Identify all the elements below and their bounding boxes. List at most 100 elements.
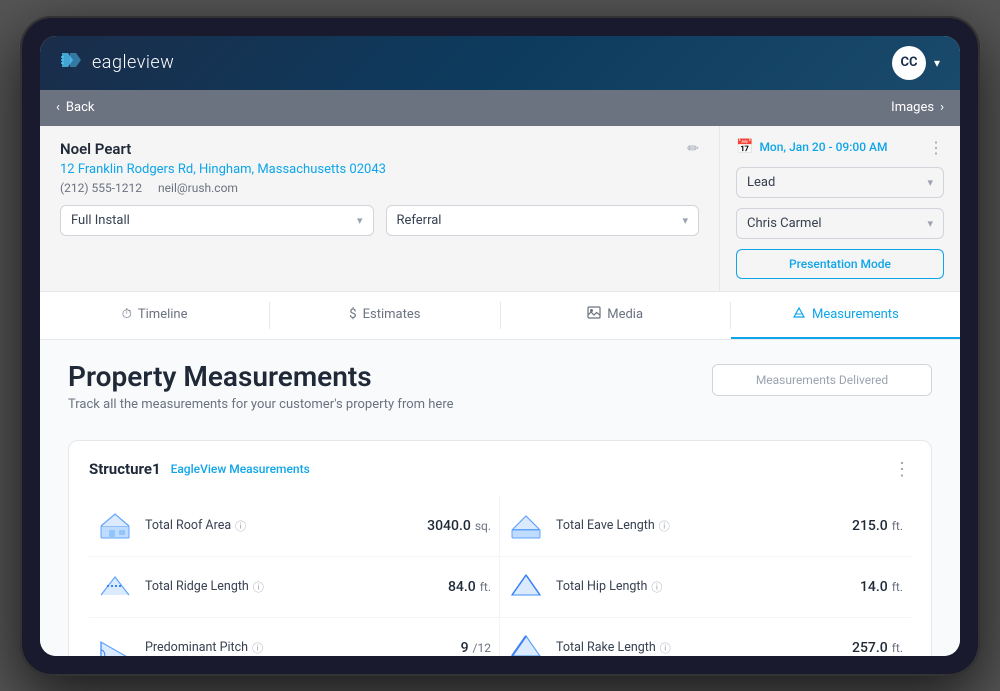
delivered-area: Measurements Delivered: [712, 360, 932, 432]
rake-length-info: Total Rake Length ⓘ: [556, 640, 840, 656]
tab-media-label: Media: [607, 307, 643, 322]
job-type-arrow-icon: ▾: [357, 214, 363, 227]
roof-area-info: Total Roof Area ⓘ: [145, 518, 415, 534]
tab-measurements[interactable]: Measurements: [731, 292, 960, 339]
roof-area-help-icon[interactable]: ⓘ: [235, 518, 246, 534]
eave-length-label: Total Eave Length: [556, 518, 655, 533]
rake-length-unit: ft.: [892, 641, 903, 655]
tab-measurements-label: Measurements: [812, 307, 899, 322]
eave-length-info: Total Eave Length ⓘ: [556, 518, 840, 534]
roof-area-value-row: 3040.0 sq.: [427, 518, 491, 534]
appointment-more-icon[interactable]: ⋮: [928, 138, 944, 157]
media-icon: [587, 306, 601, 323]
estimates-icon: $: [349, 307, 356, 322]
roof-area-label: Total Roof Area: [145, 518, 231, 533]
lead-type-arrow-icon: ▾: [927, 176, 933, 189]
calendar-icon: 📅: [736, 139, 753, 155]
ridge-length-value-row: 84.0 ft.: [448, 579, 491, 595]
pitch-label: Predominant Pitch: [145, 640, 248, 655]
rake-length-label: Total Rake Length: [556, 640, 656, 655]
eave-length-icon: [508, 508, 544, 544]
ridge-length-info: Total Ridge Length ⓘ: [145, 579, 436, 595]
page-subtitle: Track all the measurements for your cust…: [68, 397, 692, 412]
hip-length-value: 14.0: [860, 579, 888, 595]
structure-card: Structure1 EagleView Measurements ⋮: [68, 440, 932, 656]
avatar-button[interactable]: CC: [892, 46, 926, 80]
ridge-length-value: 84.0: [448, 579, 476, 595]
predominant-pitch-icon: [97, 630, 133, 656]
images-arrow-icon: ›: [940, 100, 944, 115]
logo-icon: [60, 49, 86, 77]
roof-area-value: 3040.0: [427, 518, 471, 534]
tablet-screen: eagleview CC ▾ ‹ Back Images › Noel Pear…: [40, 36, 960, 656]
structure-name: Structure1: [89, 460, 161, 478]
eave-length-value-row: 215.0 ft.: [852, 518, 903, 534]
tab-estimates[interactable]: $ Estimates: [270, 292, 499, 339]
timeline-icon: ⏱: [122, 307, 132, 322]
images-button[interactable]: Images ›: [891, 100, 944, 115]
eave-length-value: 215.0: [852, 518, 888, 534]
measurements-grid: Total Roof Area ⓘ 3040.0 sq.: [89, 496, 911, 656]
pitch-value: 9: [461, 640, 469, 656]
rake-length-help-icon[interactable]: ⓘ: [660, 640, 671, 656]
customer-email: neil@rush.com: [158, 181, 238, 195]
hip-length-icon: [508, 569, 544, 605]
hip-length-label: Total Hip Length: [556, 579, 647, 594]
edit-icon[interactable]: ✏: [687, 141, 699, 157]
tab-timeline[interactable]: ⏱ Timeline: [40, 292, 269, 339]
structure-header: Structure1 EagleView Measurements ⋮: [89, 459, 911, 480]
pitch-info: Predominant Pitch ⓘ: [145, 640, 449, 656]
referral-dropdown[interactable]: Referral ▾: [386, 205, 700, 236]
rake-length-value: 257.0: [852, 640, 888, 656]
avatar-chevron-icon[interactable]: ▾: [934, 56, 940, 70]
assignee-select[interactable]: Chris Carmel ▾: [736, 208, 944, 239]
lead-type-select[interactable]: Lead ▾: [736, 167, 944, 198]
app-header: eagleview CC ▾: [40, 36, 960, 90]
rake-length-value-row: 257.0 ft.: [852, 640, 903, 656]
page-title: Property Measurements: [68, 360, 692, 393]
measurements-header-row: Property Measurements Track all the meas…: [40, 340, 960, 440]
hip-length-value-row: 14.0 ft.: [860, 579, 903, 595]
measurement-total-hip-length: Total Hip Length ⓘ 14.0 ft.: [500, 557, 911, 618]
measurements-content: Property Measurements Track all the meas…: [40, 340, 960, 656]
roof-area-unit: sq.: [475, 519, 491, 533]
ridge-length-unit: ft.: [480, 580, 491, 594]
logo: eagleview: [60, 49, 174, 77]
back-button[interactable]: ‹ Back: [56, 100, 94, 115]
job-type-value: Full Install: [71, 213, 130, 228]
nav-bar: ‹ Back Images ›: [40, 90, 960, 126]
eave-length-help-icon[interactable]: ⓘ: [659, 518, 670, 534]
eave-length-unit: ft.: [892, 519, 903, 533]
pitch-unit: /12: [473, 641, 491, 655]
roof-area-icon: [97, 508, 133, 544]
ridge-length-icon: [97, 569, 133, 605]
structure-more-icon[interactable]: ⋮: [893, 459, 911, 480]
measurement-predominant-pitch: Predominant Pitch ⓘ 9 /12: [89, 618, 500, 656]
presentation-mode-button[interactable]: Presentation Mode: [736, 249, 944, 279]
header-right: CC ▾: [892, 46, 940, 80]
measurements-delivered-button[interactable]: Measurements Delivered: [712, 364, 932, 396]
structure-area: Structure1 EagleView Measurements ⋮: [40, 440, 960, 656]
referral-value: Referral: [397, 213, 442, 228]
main-layout: Noel Peart ✏ 12 Franklin Rodgers Rd, Hin…: [40, 126, 960, 292]
ridge-length-help-icon[interactable]: ⓘ: [253, 579, 264, 595]
pitch-help-icon[interactable]: ⓘ: [252, 640, 263, 656]
sidebar-panel: 📅 Mon, Jan 20 - 09:00 AM ⋮ Lead ▾ Chris …: [720, 126, 960, 291]
hip-length-help-icon[interactable]: ⓘ: [651, 579, 662, 595]
tab-media[interactable]: Media: [501, 292, 730, 339]
tabs-row: ⏱ Timeline $ Estimates Media: [40, 292, 960, 340]
lead-type-value: Lead: [747, 175, 775, 190]
customer-name: Noel Peart: [60, 140, 131, 158]
pitch-value-row: 9 /12: [461, 640, 491, 656]
customer-address[interactable]: 12 Franklin Rodgers Rd, Hingham, Massach…: [60, 162, 699, 177]
job-type-dropdown[interactable]: Full Install ▾: [60, 205, 374, 236]
referral-arrow-icon: ▾: [682, 214, 688, 227]
measurement-total-rake-length: Total Rake Length ⓘ 257.0 ft.: [500, 618, 911, 656]
measurements-icon: [792, 306, 806, 323]
hip-length-unit: ft.: [892, 580, 903, 594]
hip-length-info: Total Hip Length ⓘ: [556, 579, 848, 595]
tab-timeline-label: Timeline: [138, 307, 188, 322]
appointment-row: 📅 Mon, Jan 20 - 09:00 AM ⋮: [736, 138, 944, 157]
customer-name-row: Noel Peart ✏: [60, 140, 699, 158]
tab-estimates-label: Estimates: [363, 307, 421, 322]
